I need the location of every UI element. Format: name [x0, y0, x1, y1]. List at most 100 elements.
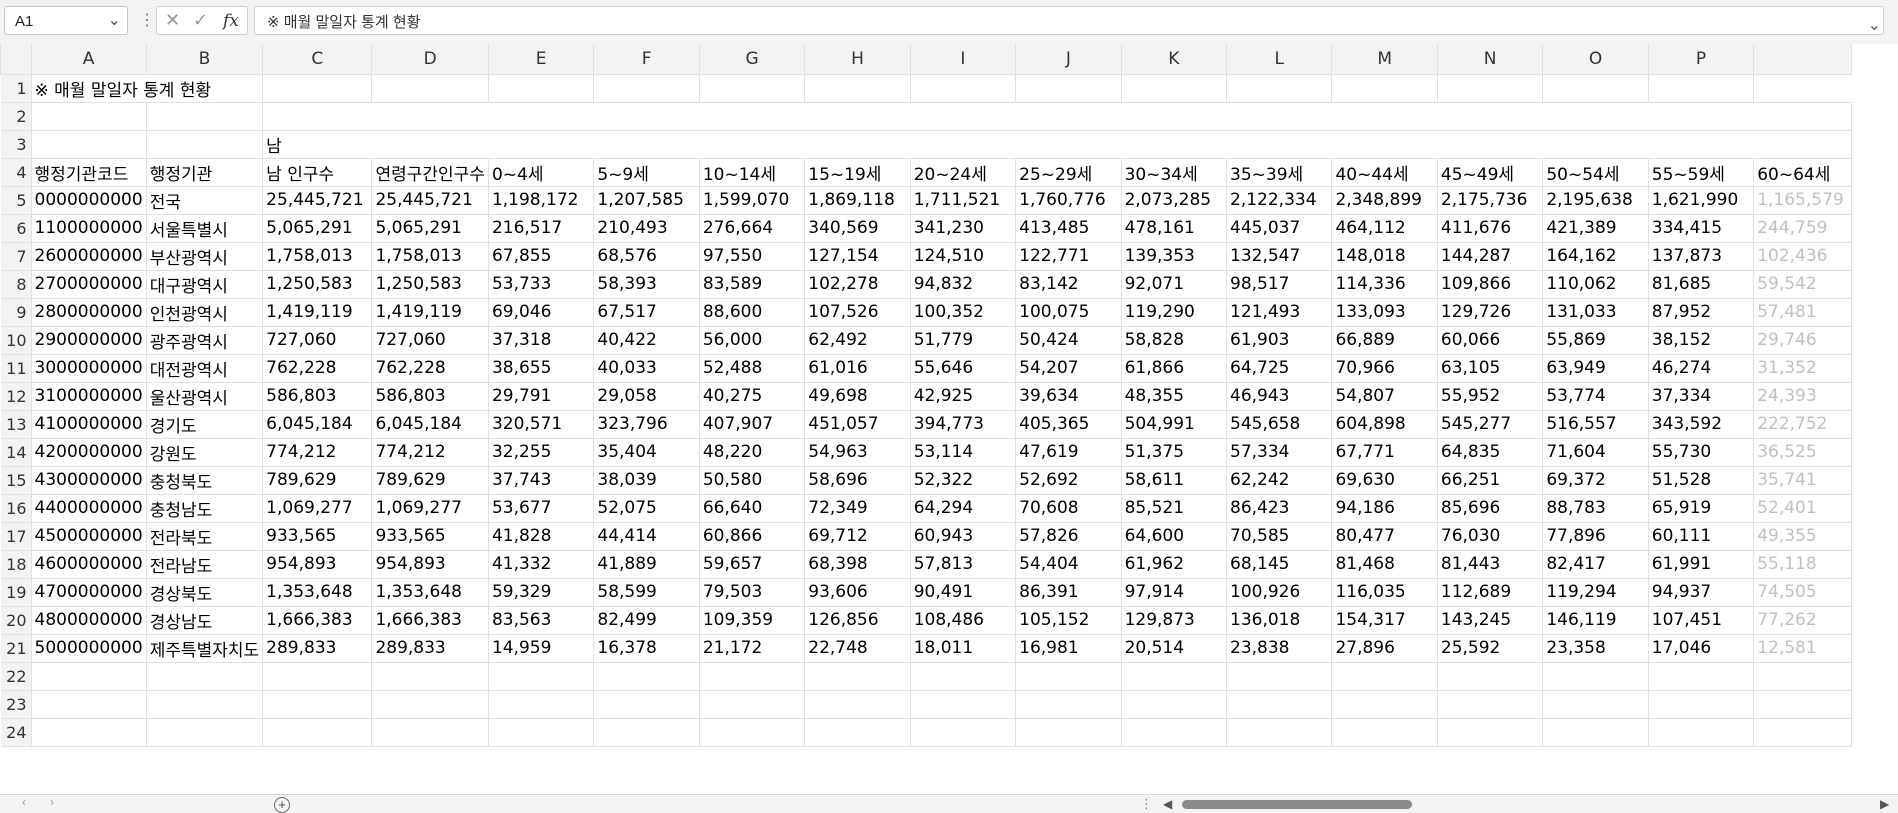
data-cell[interactable]: 51,375 [1120, 437, 1228, 467]
data-cell[interactable]: 82,499 [593, 605, 700, 635]
data-cell[interactable]: 1,621,990 [1647, 185, 1755, 215]
data-cell[interactable]: 1,666,383 [371, 605, 489, 635]
data-cell[interactable]: 69,630 [1331, 465, 1438, 495]
row-header[interactable]: 21 [0, 633, 32, 663]
data-cell[interactable]: 116,035 [1331, 577, 1438, 607]
cell[interactable] [487, 661, 595, 691]
data-cell[interactable]: 22,748 [804, 633, 911, 663]
column-header[interactable]: F [593, 44, 700, 75]
cell[interactable] [698, 73, 806, 103]
cell[interactable] [1436, 73, 1544, 103]
data-cell[interactable]: 1,711,521 [909, 185, 1017, 215]
data-cell[interactable]: 82,417 [1542, 549, 1649, 579]
data-cell[interactable]: 2,348,899 [1331, 185, 1438, 215]
data-cell[interactable]: 60,943 [909, 521, 1017, 551]
cell[interactable] [30, 661, 147, 691]
data-cell[interactable]: 48,355 [1120, 381, 1228, 411]
data-cell[interactable]: 57,334 [1225, 437, 1333, 467]
data-cell[interactable]: 100,075 [1015, 297, 1122, 327]
data-cell[interactable]: 1,758,013 [262, 241, 373, 271]
cell[interactable] [262, 689, 373, 719]
row-header[interactable]: 8 [0, 269, 32, 299]
cell[interactable] [487, 689, 595, 719]
data-cell[interactable]: 31,352 [1753, 353, 1852, 383]
data-cell[interactable]: 40,033 [593, 353, 700, 383]
cell[interactable] [30, 129, 147, 159]
data-cell[interactable]: 222,752 [1753, 409, 1852, 439]
data-cell[interactable]: 55,646 [909, 353, 1017, 383]
data-cell[interactable]: 44,414 [593, 521, 700, 551]
row-header[interactable]: 9 [0, 297, 32, 327]
cell[interactable] [1647, 661, 1755, 691]
row-header[interactable]: 13 [0, 409, 32, 439]
column-header[interactable]: J [1015, 44, 1122, 75]
data-cell[interactable]: 66,640 [698, 493, 806, 523]
cell[interactable] [1436, 717, 1544, 747]
data-cell[interactable]: 6,045,184 [371, 409, 489, 439]
data-cell[interactable]: 72,349 [804, 493, 911, 523]
data-cell[interactable]: 울산광역시 [145, 381, 264, 411]
data-cell[interactable]: 38,152 [1647, 325, 1755, 355]
data-cell[interactable]: 63,105 [1436, 353, 1544, 383]
data-cell[interactable]: 2,195,638 [1542, 185, 1649, 215]
data-cell[interactable]: 516,557 [1542, 409, 1649, 439]
data-cell[interactable]: 83,589 [698, 269, 806, 299]
data-cell[interactable]: 545,658 [1225, 409, 1333, 439]
data-cell[interactable]: 139,353 [1120, 241, 1228, 271]
more-options-icon[interactable]: ⋮ [1140, 796, 1153, 812]
column-header[interactable]: C [262, 44, 373, 75]
data-cell[interactable]: 1,207,585 [593, 185, 700, 215]
data-cell[interactable]: 83,142 [1015, 269, 1122, 299]
cell[interactable] [145, 129, 264, 159]
data-cell[interactable]: 51,528 [1647, 465, 1755, 495]
data-cell[interactable]: 54,963 [804, 437, 911, 467]
cell[interactable] [593, 661, 700, 691]
data-cell[interactable]: 60,111 [1647, 521, 1755, 551]
row-header[interactable]: 15 [0, 465, 32, 495]
select-all-corner[interactable] [0, 44, 32, 75]
data-cell[interactable]: 2600000000 [30, 241, 147, 271]
data-cell[interactable]: 789,629 [262, 465, 373, 495]
scroll-right-icon[interactable]: ▶ [1880, 797, 1889, 811]
cell[interactable] [698, 661, 806, 691]
column-header[interactable]: H [804, 44, 911, 75]
column-header[interactable]: B [145, 44, 264, 75]
cell[interactable] [593, 73, 700, 103]
cell[interactable] [262, 73, 373, 103]
data-cell[interactable]: 126,856 [804, 605, 911, 635]
data-cell[interactable]: 1,198,172 [487, 185, 595, 215]
data-cell[interactable]: 107,451 [1647, 605, 1755, 635]
data-cell[interactable]: 411,676 [1436, 213, 1544, 243]
data-cell[interactable]: 1,419,119 [262, 297, 373, 327]
data-cell[interactable]: 61,991 [1647, 549, 1755, 579]
data-cell[interactable]: 69,712 [804, 521, 911, 551]
data-cell[interactable]: 64,835 [1436, 437, 1544, 467]
data-cell[interactable]: 62,242 [1225, 465, 1333, 495]
data-cell[interactable]: 61,866 [1120, 353, 1228, 383]
data-cell[interactable]: 143,245 [1436, 605, 1544, 635]
cell[interactable] [1331, 717, 1438, 747]
data-cell[interactable]: 586,803 [371, 381, 489, 411]
data-cell[interactable]: 954,893 [371, 549, 489, 579]
row-header[interactable]: 19 [0, 577, 32, 607]
data-cell[interactable]: 2,175,736 [1436, 185, 1544, 215]
data-cell[interactable]: 1,069,277 [262, 493, 373, 523]
name-box[interactable]: A1 ⌄ [4, 6, 128, 35]
data-cell[interactable]: 39,634 [1015, 381, 1122, 411]
data-cell[interactable]: 289,833 [262, 633, 373, 663]
prev-sheet-icon[interactable]: ‹ [22, 795, 26, 809]
data-cell[interactable]: 40,422 [593, 325, 700, 355]
cell[interactable] [1015, 717, 1122, 747]
cell[interactable] [371, 717, 489, 747]
data-cell[interactable]: 38,039 [593, 465, 700, 495]
header-cell[interactable]: 10~14세 [698, 157, 806, 187]
data-cell[interactable]: 37,334 [1647, 381, 1755, 411]
horizontal-scrollbar[interactable] [1176, 798, 1876, 809]
header-cell[interactable]: 행정기관 [145, 157, 264, 187]
data-cell[interactable]: 59,657 [698, 549, 806, 579]
formula-input[interactable]: ※ 매월 말일자 통계 현황 ⌄ [254, 6, 1884, 35]
data-cell[interactable]: 87,952 [1647, 297, 1755, 327]
data-cell[interactable]: 57,481 [1753, 297, 1852, 327]
data-cell[interactable]: 51,779 [909, 325, 1017, 355]
data-cell[interactable]: 53,733 [487, 269, 595, 299]
